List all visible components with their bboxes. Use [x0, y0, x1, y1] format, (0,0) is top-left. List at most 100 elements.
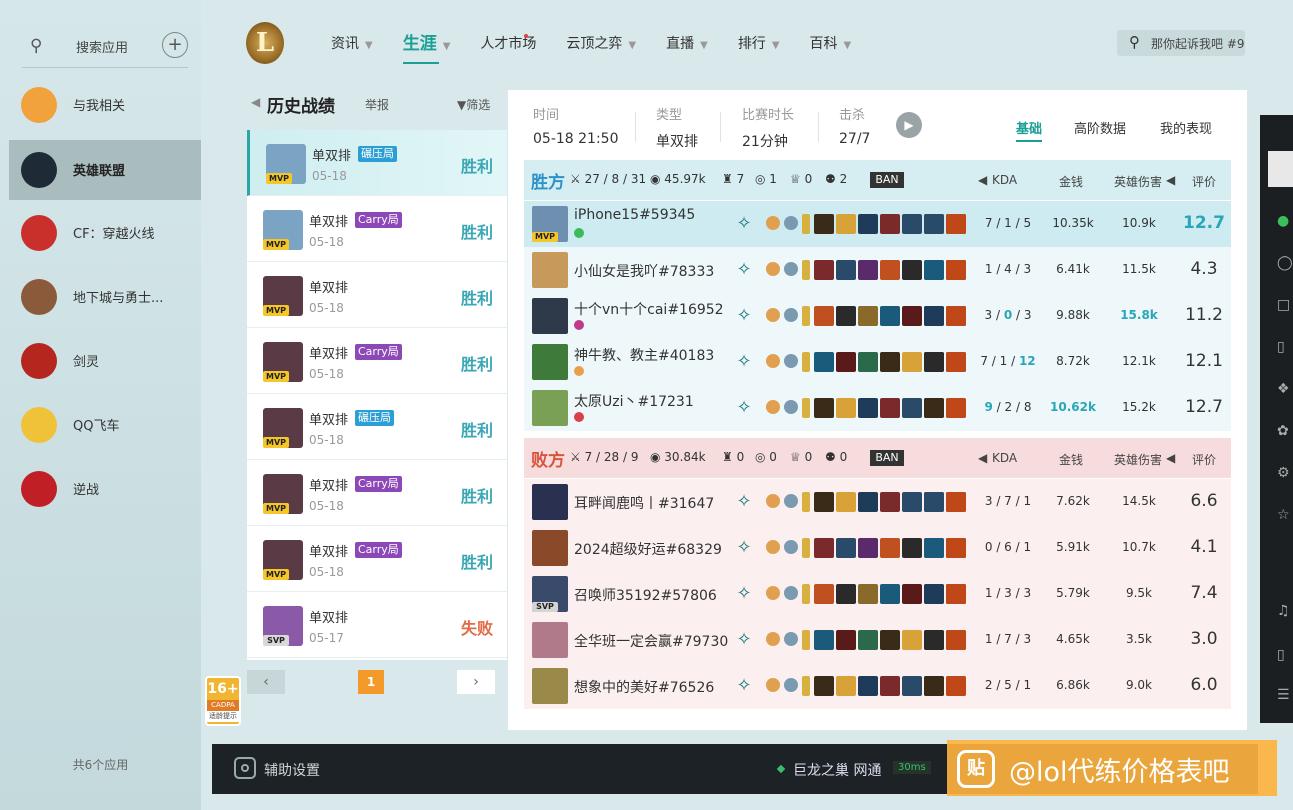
filter-button[interactable]: ▼筛选: [457, 96, 490, 113]
player-row[interactable]: 太原Uzi丶#17231 ✧ 9 / 2 / 8 10.62k 15.2k 12.7: [524, 385, 1231, 431]
team-dragons-value: 2: [839, 172, 848, 186]
current-page[interactable]: 1: [358, 670, 384, 694]
rank-emblem-icon: ✧: [736, 305, 752, 326]
app-search-bar[interactable]: ⚲ 搜索应用 +: [22, 28, 188, 68]
menu-icon[interactable]: ☰: [1277, 687, 1293, 703]
user-icon[interactable]: ◯: [1277, 255, 1293, 271]
player-row[interactable]: 神牛教、教主#40183 ✧ 7 / 1 / 12 8.72k 12.1k 12.1: [524, 339, 1231, 385]
match-history-item[interactable]: MVP 单双排 Carry局 05-18 胜利: [247, 526, 507, 592]
player-name[interactable]: 想象中的美好#76526: [574, 677, 714, 697]
player-name[interactable]: 全华班一定会赢#79730: [574, 631, 728, 651]
next-page-button[interactable]: ›: [457, 670, 495, 694]
player-search[interactable]: ⚲ 那你起诉我吧 #9: [1117, 30, 1245, 56]
nav-item[interactable]: 生涯 ▼: [402, 30, 450, 64]
player-row[interactable]: MVP iPhone15#59345 ✧ 7 / 1 / 5 10.35k 10.9k 12…: [524, 201, 1231, 247]
nav-item-label: 排行: [737, 36, 766, 52]
cube-icon[interactable]: □: [1277, 297, 1293, 313]
player-name[interactable]: 召唤师35192#57806: [574, 585, 717, 605]
player-name[interactable]: 小仙女是我吖#78333: [574, 261, 714, 281]
player-row[interactable]: 耳畔闻鹿鸣丨#31647 ✧ 3 / 7 / 1 7.62k 14.5k 6.6: [524, 479, 1231, 525]
match-history-item[interactable]: MVP 单双排 碾压局 05-18 胜利: [247, 130, 507, 196]
player-damage: 9.0k: [1125, 678, 1153, 692]
butterfly-icon[interactable]: ✿: [1277, 423, 1293, 439]
chevron-left-icon[interactable]: ◀: [1166, 173, 1175, 187]
kda-k: 7: [980, 354, 988, 368]
lol-logo-icon[interactable]: L: [246, 22, 284, 64]
ban-label[interactable]: BAN: [870, 450, 904, 466]
champion-portrait: [532, 484, 568, 520]
player-row[interactable]: 全华班一定会赢#79730 ✧ 1 / 7 / 3 4.65k 3.5k 3.0: [524, 617, 1231, 663]
match-history-item[interactable]: MVP 单双排 碾压局 05-18 胜利: [247, 394, 507, 460]
tab-advanced-data[interactable]: 高阶数据: [1074, 118, 1126, 137]
kda-a: 12: [1018, 354, 1036, 368]
match-history-item[interactable]: MVP 单双排 Carry局 05-18 胜利: [247, 196, 507, 262]
player-name[interactable]: 神牛教、教主#40183: [574, 345, 714, 365]
sidebar-app-item[interactable]: QQ飞车: [9, 395, 201, 455]
settings-icon[interactable]: [234, 757, 256, 779]
match-duration-label: 比赛时长: [742, 108, 795, 123]
nav-item[interactable]: 云顶之弈 ▼: [566, 30, 636, 60]
player-name[interactable]: 耳畔闻鹿鸣丨#31647: [574, 493, 714, 513]
folder-icon[interactable]: ▯: [1277, 339, 1293, 355]
phone-icon[interactable]: ▯: [1277, 647, 1293, 663]
player-name[interactable]: 十个vn十个cai#16952: [574, 299, 724, 319]
trinket-icon: [946, 492, 966, 512]
match-result: 胜利: [460, 355, 493, 374]
avatar[interactable]: [1268, 151, 1293, 187]
match-history-item[interactable]: MVP 单双排 05-18 胜利: [247, 262, 507, 328]
tab-my-performance[interactable]: 我的表现: [1160, 118, 1212, 137]
sidebar-app-item[interactable]: 地下城与勇士...: [9, 267, 201, 327]
tab-basic[interactable]: 基础: [1016, 118, 1043, 142]
col-damage: 英雄伤害: [1114, 453, 1163, 467]
player-gold: 6.41k: [1056, 262, 1090, 276]
gear-icon[interactable]: ⚙: [1277, 465, 1293, 481]
player-row[interactable]: 想象中的美好#76526 ✧ 2 / 5 / 1 6.86k 9.0k 6.0: [524, 663, 1231, 709]
collapse-arrow-icon[interactable]: ◀: [251, 95, 260, 109]
item-icon: [902, 630, 922, 650]
nav-item[interactable]: 资讯 ▼: [331, 30, 373, 60]
nav-item[interactable]: 百科 ▼: [810, 30, 852, 60]
prev-page-button[interactable]: ‹: [247, 670, 285, 694]
music-icon[interactable]: ♫: [1277, 603, 1293, 619]
rank-emblem-icon: ✧: [736, 351, 752, 372]
sidebar-app-item[interactable]: 英雄联盟: [9, 140, 201, 200]
nav-item[interactable]: 排行 ▼: [738, 30, 780, 60]
report-button[interactable]: 举报: [365, 96, 389, 113]
sidebar-app-item[interactable]: 与我相关: [9, 75, 201, 135]
player-name[interactable]: iPhone15#59345: [574, 207, 695, 223]
aperture-icon[interactable]: ❖: [1277, 381, 1293, 397]
sidebar-app-label: QQ飞车: [73, 419, 120, 434]
team-inhibitors-icon: ◎: [755, 172, 770, 186]
kda-d: 1: [1004, 216, 1012, 230]
team-gold-value: 30.84k: [664, 450, 706, 464]
match-history-item[interactable]: MVP 单双排 Carry局 05-18 胜利: [247, 460, 507, 526]
player-row[interactable]: 2024超级好运#68329 ✧ 0 / 6 / 1 5.91k 10.7k 4.1: [524, 525, 1231, 571]
assist-settings-button[interactable]: 辅助设置: [264, 760, 320, 780]
match-history-item[interactable]: SVP 单双排 05-17 失败: [247, 592, 507, 658]
match-history-item[interactable]: MVP 单双排 Carry局 05-18 胜利: [247, 328, 507, 394]
chevron-left-icon[interactable]: ◀: [1166, 451, 1175, 465]
star-icon[interactable]: ☆: [1277, 507, 1293, 523]
player-name[interactable]: 2024超级好运#68329: [574, 539, 722, 559]
player-search-input[interactable]: 那你起诉我吧 #9: [1151, 35, 1245, 52]
sidebar-app-item[interactable]: CF：穿越火线: [9, 203, 201, 263]
nav-item[interactable]: 人才市场: [480, 30, 536, 60]
chat-icon[interactable]: ●: [1277, 213, 1293, 229]
nav-item[interactable]: 直播 ▼: [666, 30, 708, 60]
add-app-button[interactable]: +: [162, 32, 188, 58]
player-gold: 8.72k: [1056, 354, 1090, 368]
sort-arrow-icon[interactable]: ◀: [978, 173, 987, 187]
sort-arrow-icon[interactable]: ◀: [978, 451, 987, 465]
sidebar-app-item[interactable]: 逆战: [9, 459, 201, 519]
replay-play-icon[interactable]: ▶: [896, 112, 922, 138]
player-name[interactable]: 太原Uzi丶#17231: [574, 391, 694, 411]
player-row[interactable]: SVP 召唤师35192#57806 ✧ 1 / 3 / 3 5.79k 9.5k 7.4: [524, 571, 1231, 617]
player-gold: 5.79k: [1056, 586, 1090, 600]
ban-label[interactable]: BAN: [870, 172, 904, 188]
player-row[interactable]: 小仙女是我吖#78333 ✧ 1 / 4 / 3 6.41k 11.5k 4.3: [524, 247, 1231, 293]
item-icon: [880, 584, 900, 604]
server-name[interactable]: 巨龙之巢 网通: [793, 760, 881, 780]
sidebar-app-item[interactable]: 剑灵: [9, 331, 201, 391]
app-search-input[interactable]: 搜索应用: [76, 37, 128, 56]
player-row[interactable]: 十个vn十个cai#16952 ✧ 3 / 0 / 3 9.88k 15.8k 11.2: [524, 293, 1231, 339]
